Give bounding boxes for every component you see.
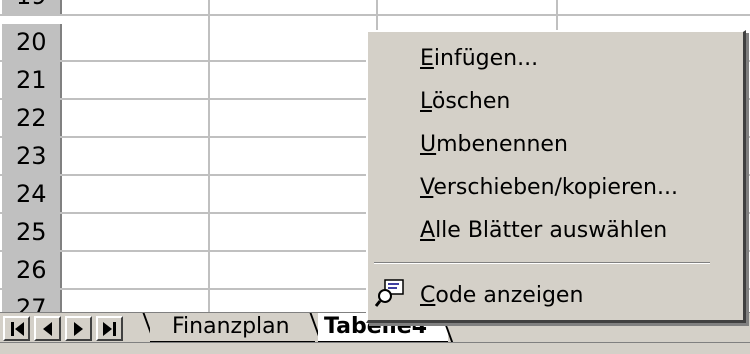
last-sheet-button[interactable]	[96, 316, 123, 341]
row-header[interactable]: 21	[0, 62, 62, 98]
first-sheet-button[interactable]	[3, 316, 30, 341]
menu-item-select-all-sheets[interactable]: Alle Blätter auswählen	[420, 212, 667, 250]
row-header[interactable]: 23	[0, 138, 62, 174]
menu-item-delete[interactable]: Löschen	[420, 83, 510, 121]
menu-item-label: Verschieben/kopieren...	[420, 175, 678, 200]
code-view-icon	[375, 279, 404, 307]
row-header[interactable]: 20	[0, 24, 62, 60]
previous-sheet-button[interactable]	[34, 316, 61, 341]
row-header[interactable]: 19	[0, 0, 62, 14]
row-header[interactable]: 27	[0, 290, 62, 312]
row-header[interactable]: 25	[0, 214, 62, 250]
menu-item-label: Umbenennen	[420, 132, 568, 157]
bar-icon	[10, 321, 14, 336]
sheet-context-menu: Einfügen... Löschen Umbenennen Verschieb…	[366, 30, 746, 323]
menu-item-label: Alle Blätter auswählen	[420, 218, 668, 243]
menu-item-move-copy[interactable]: Verschieben/kopieren...	[420, 169, 678, 207]
sheet-tab-finanzplan[interactable]: Finanzplan	[150, 313, 315, 343]
row-header[interactable]: 22	[0, 100, 62, 136]
table-row[interactable]: 19	[0, 0, 750, 16]
arrow-right-icon	[74, 321, 83, 336]
arrow-left-icon	[14, 321, 24, 336]
menu-item-rename[interactable]: Umbenennen	[420, 126, 568, 164]
menu-item-label: Code anzeigen	[420, 283, 584, 308]
bar-icon	[112, 321, 116, 336]
row-header[interactable]: 26	[0, 252, 62, 288]
status-bar	[0, 342, 750, 354]
menu-item-view-code[interactable]: Code anzeigen	[420, 277, 583, 315]
menu-item-label: Löschen	[420, 89, 511, 114]
row-header[interactable]: 24	[0, 176, 62, 212]
menu-separator	[374, 262, 710, 264]
menu-item-insert[interactable]: Einfügen...	[420, 40, 538, 78]
arrow-right-icon	[102, 321, 112, 336]
menu-item-label: Einfügen...	[420, 46, 539, 71]
next-sheet-button[interactable]	[65, 316, 92, 341]
arrow-left-icon	[43, 321, 52, 336]
